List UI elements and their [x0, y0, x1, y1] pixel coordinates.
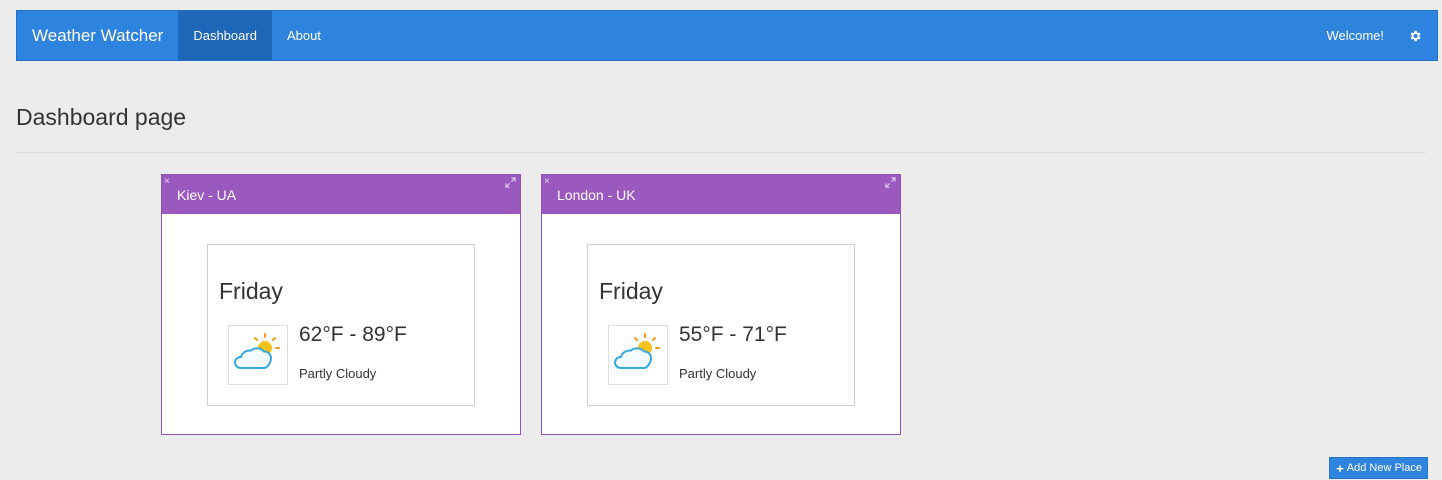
partly-cloudy-icon [613, 333, 660, 369]
nav-about[interactable]: About [272, 11, 336, 60]
top-navbar: Weather Watcher Dashboard About Welcome! [16, 10, 1438, 61]
weather-card-kiev: × Kiev - UA Friday 62°F - 89°F Partly Cl… [161, 174, 521, 435]
page: Weather Watcher Dashboard About Welcome!… [0, 0, 1442, 480]
card-title: London - UK [557, 187, 636, 203]
plus-icon: + [1336, 460, 1344, 476]
title-divider [16, 152, 1426, 153]
gear-icon[interactable] [1408, 29, 1422, 43]
navbar-right: Welcome! [1311, 11, 1437, 60]
card-title: Kiev - UA [177, 187, 237, 203]
welcome-text: Welcome! [1326, 28, 1384, 43]
forecast-day: Friday [219, 278, 283, 304]
weather-card-london: × London - UK Friday 55°F - 71°F Partly … [541, 174, 901, 435]
temperature-range: 55°F - 71°F [679, 323, 787, 346]
forecast-panel: Friday 55°F - 71°F Partly Cloudy [587, 244, 855, 406]
card-header: × Kiev - UA [162, 175, 520, 214]
expand-icon[interactable] [505, 177, 516, 188]
add-new-place-button[interactable]: + Add New Place [1329, 457, 1428, 479]
temperature-range: 62°F - 89°F [299, 323, 407, 346]
forecast-panel: Friday 62°F - 89°F Partly Cloudy [207, 244, 475, 406]
forecast-day: Friday [599, 278, 663, 304]
expand-icon[interactable] [885, 177, 896, 188]
card-header: × London - UK [542, 175, 900, 214]
add-new-place-label: Add New Place [1346, 462, 1422, 474]
brand-link[interactable]: Weather Watcher [17, 11, 178, 60]
close-icon[interactable]: × [544, 162, 550, 202]
partly-cloudy-icon [233, 333, 280, 369]
weather-icon-box [608, 325, 668, 385]
weather-condition: Partly Cloudy [299, 366, 377, 381]
weather-icon-box [228, 325, 288, 385]
nav-dashboard[interactable]: Dashboard [178, 11, 272, 60]
weather-condition: Partly Cloudy [679, 366, 757, 381]
close-icon[interactable]: × [164, 162, 170, 202]
page-title: Dashboard page [16, 104, 187, 130]
